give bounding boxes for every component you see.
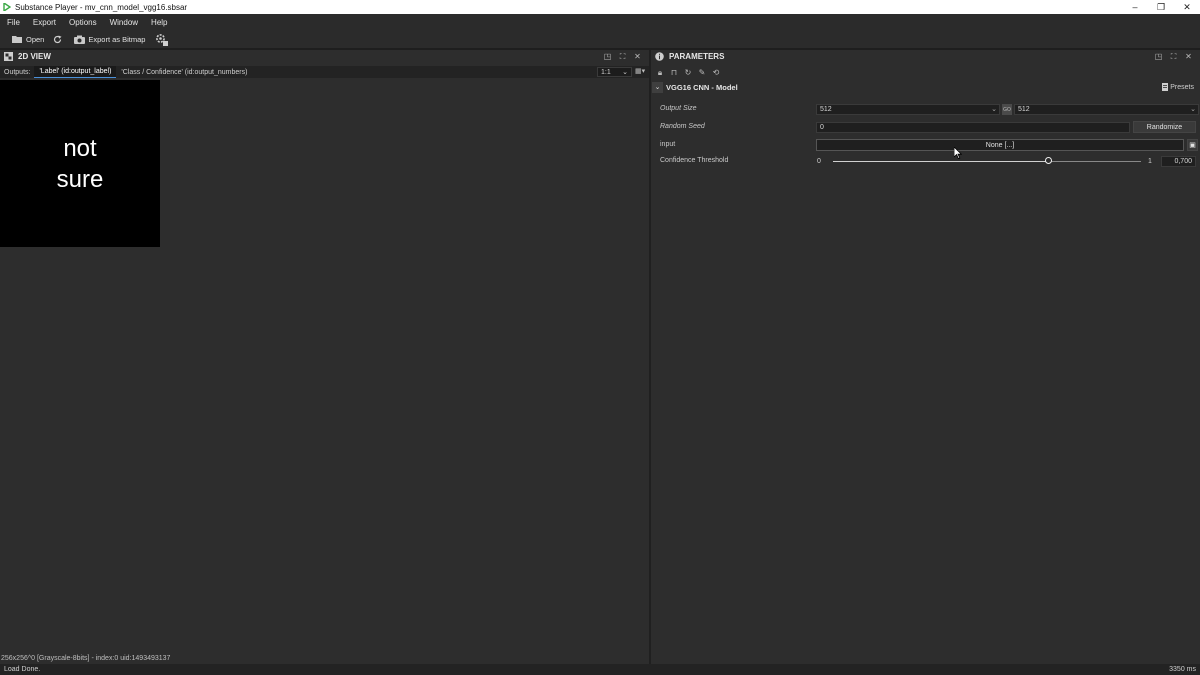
maximize-panel-icon[interactable]: ⛶ [615, 51, 630, 62]
output-size-row: Output Size 512 ⌄ GO 512 ⌄ [651, 104, 1200, 116]
section-title: VGG16 CNN - Model [666, 82, 738, 92]
input-row: input None [...] ▣ [651, 139, 1200, 152]
chevron-down-icon: ⌄ [622, 69, 628, 76]
parameters-title: PARAMETERS [669, 52, 725, 61]
camera-icon [74, 35, 86, 44]
close-panel-icon[interactable]: ✕ [630, 51, 645, 62]
reset-icon[interactable]: ↻ [681, 68, 695, 77]
export-label: Export as Bitmap [88, 34, 146, 44]
open-label: Open [26, 34, 45, 44]
edit-icon[interactable]: ✎ [695, 68, 709, 77]
open-button[interactable]: Open [12, 35, 44, 44]
menu-export[interactable]: Export [33, 18, 56, 27]
gear-icon [156, 34, 169, 46]
export-bitmap-button[interactable]: Export as Bitmap [74, 35, 145, 44]
lock-icon[interactable]: 🔒︎ [653, 68, 667, 78]
tab-output-label[interactable]: 'Label' (id:output_label) [34, 66, 117, 78]
2d-view-icon [4, 52, 13, 61]
settings-button[interactable] [154, 32, 171, 46]
output-image: not sure [0, 80, 160, 247]
parameter-tools: 🔒︎ ⊓ ↻ ✎ ⟲ [651, 67, 723, 78]
confidence-max: 1 [1148, 158, 1152, 165]
random-seed-label: Random Seed [660, 123, 705, 130]
presets-button[interactable]: Presets [1162, 83, 1194, 91]
confidence-value-input[interactable]: 0,700 [1161, 156, 1196, 167]
float-panel-icon[interactable]: ◳ [1151, 51, 1166, 62]
history-icon[interactable]: ⟲ [709, 68, 723, 77]
output-size-height-value: 512 [1018, 106, 1030, 113]
menu-file[interactable]: File [7, 18, 20, 27]
input-image-button[interactable]: None [...] [816, 139, 1184, 151]
view-options-icon[interactable]: ▦▾ [635, 67, 645, 75]
randomize-button[interactable]: Randomize [1133, 121, 1196, 133]
outputs-label: Outputs: [4, 68, 31, 76]
random-seed-row: Random Seed 0 Randomize [651, 121, 1200, 134]
2d-view-panel: 2D VIEW ◳ ⛶ ✕ Outputs: 'Label' (id:outpu… [0, 50, 649, 664]
restore-button[interactable]: ❐ [1148, 0, 1174, 14]
output-size-width-select[interactable]: 512 ⌄ [816, 104, 1000, 115]
parameters-header: PARAMETERS ◳ ⛶ ✕ [651, 50, 1200, 63]
document-icon [1162, 83, 1169, 91]
chevron-down-icon: ⌄ [1190, 106, 1196, 113]
image-text-line1: not [63, 134, 97, 162]
status-time: 3350 ms [1169, 666, 1196, 673]
folder-icon [12, 36, 22, 43]
2d-view-header: 2D VIEW ◳ ⛶ ✕ [0, 50, 649, 63]
mouse-cursor-icon [954, 147, 962, 159]
window-controls: – ❐ ✕ [1122, 0, 1200, 14]
confidence-value: 0,700 [1174, 158, 1192, 165]
confidence-label: Confidence Threshold [660, 157, 729, 164]
refresh-button[interactable] [53, 35, 65, 44]
status-bar: Load Done. 3350 ms [0, 664, 1200, 675]
tab-output-numbers[interactable]: 'Class / Confidence' (id:output_numbers) [116, 66, 252, 78]
2d-view-controls: ◳ ⛶ ✕ [600, 51, 645, 62]
zoom-select[interactable]: 1:1 ⌄ [597, 67, 632, 77]
image-text-line2: sure [56, 165, 104, 193]
input-label: input [660, 141, 676, 148]
window-title: Substance Player - mv_cnn_model_vgg16.sb… [15, 2, 188, 12]
title-bar: Substance Player - mv_cnn_model_vgg16.sb… [0, 0, 1200, 14]
output-size-width-value: 512 [820, 106, 832, 113]
random-seed-input[interactable]: 0 [816, 122, 1130, 133]
menu-window[interactable]: Window [110, 18, 138, 27]
app-logo-icon [3, 3, 11, 11]
confidence-slider-fill [833, 161, 1049, 162]
presets-label: Presets [1170, 83, 1194, 91]
menu-bar: File Export Options Window Help [0, 14, 1200, 30]
2d-view-title: 2D VIEW [18, 52, 51, 61]
random-seed-value: 0 [820, 124, 824, 131]
menu-help[interactable]: Help [151, 18, 167, 27]
output-size-height-select[interactable]: 512 ⌄ [1014, 104, 1199, 115]
parameters-controls: ◳ ⛶ ✕ [1151, 51, 1196, 62]
refresh-icon [54, 35, 62, 43]
confidence-min: 0 [817, 158, 821, 165]
minimize-button[interactable]: – [1122, 0, 1148, 14]
image-info: 256x256^0 [Grayscale-8bits] - index:0 ui… [1, 655, 171, 662]
output-size-label: Output Size [660, 105, 697, 112]
lock-open-icon[interactable]: ⊓ [667, 68, 681, 77]
menu-options[interactable]: Options [69, 18, 97, 27]
outputs-bar: Outputs: 'Label' (id:output_label) 'Clas… [0, 66, 649, 78]
info-icon [655, 52, 664, 61]
toolbar: Open Export as Bitmap [0, 30, 1200, 48]
link-sizes-icon[interactable]: GO [1002, 104, 1012, 115]
image-browse-icon[interactable]: ▣ [1187, 139, 1198, 151]
status-text: Load Done. [4, 666, 41, 673]
section-header[interactable]: ⌄ VGG16 CNN - Model Presets [651, 81, 1200, 93]
close-button[interactable]: ✕ [1174, 0, 1200, 14]
chevron-down-icon: ⌄ [991, 106, 997, 113]
maximize-panel-icon[interactable]: ⛶ [1166, 51, 1181, 62]
chevron-down-icon[interactable]: ⌄ [652, 81, 663, 93]
zoom-value: 1:1 [601, 68, 611, 76]
confidence-slider-handle[interactable] [1044, 157, 1052, 164]
confidence-row: Confidence Threshold 0 1 0,700 [651, 156, 1200, 168]
parameters-panel: PARAMETERS ◳ ⛶ ✕ 🔒︎ ⊓ ↻ ✎ ⟲ ⌄ VGG16 CNN … [651, 50, 1200, 664]
close-panel-icon[interactable]: ✕ [1181, 51, 1196, 62]
float-panel-icon[interactable]: ◳ [600, 51, 615, 62]
